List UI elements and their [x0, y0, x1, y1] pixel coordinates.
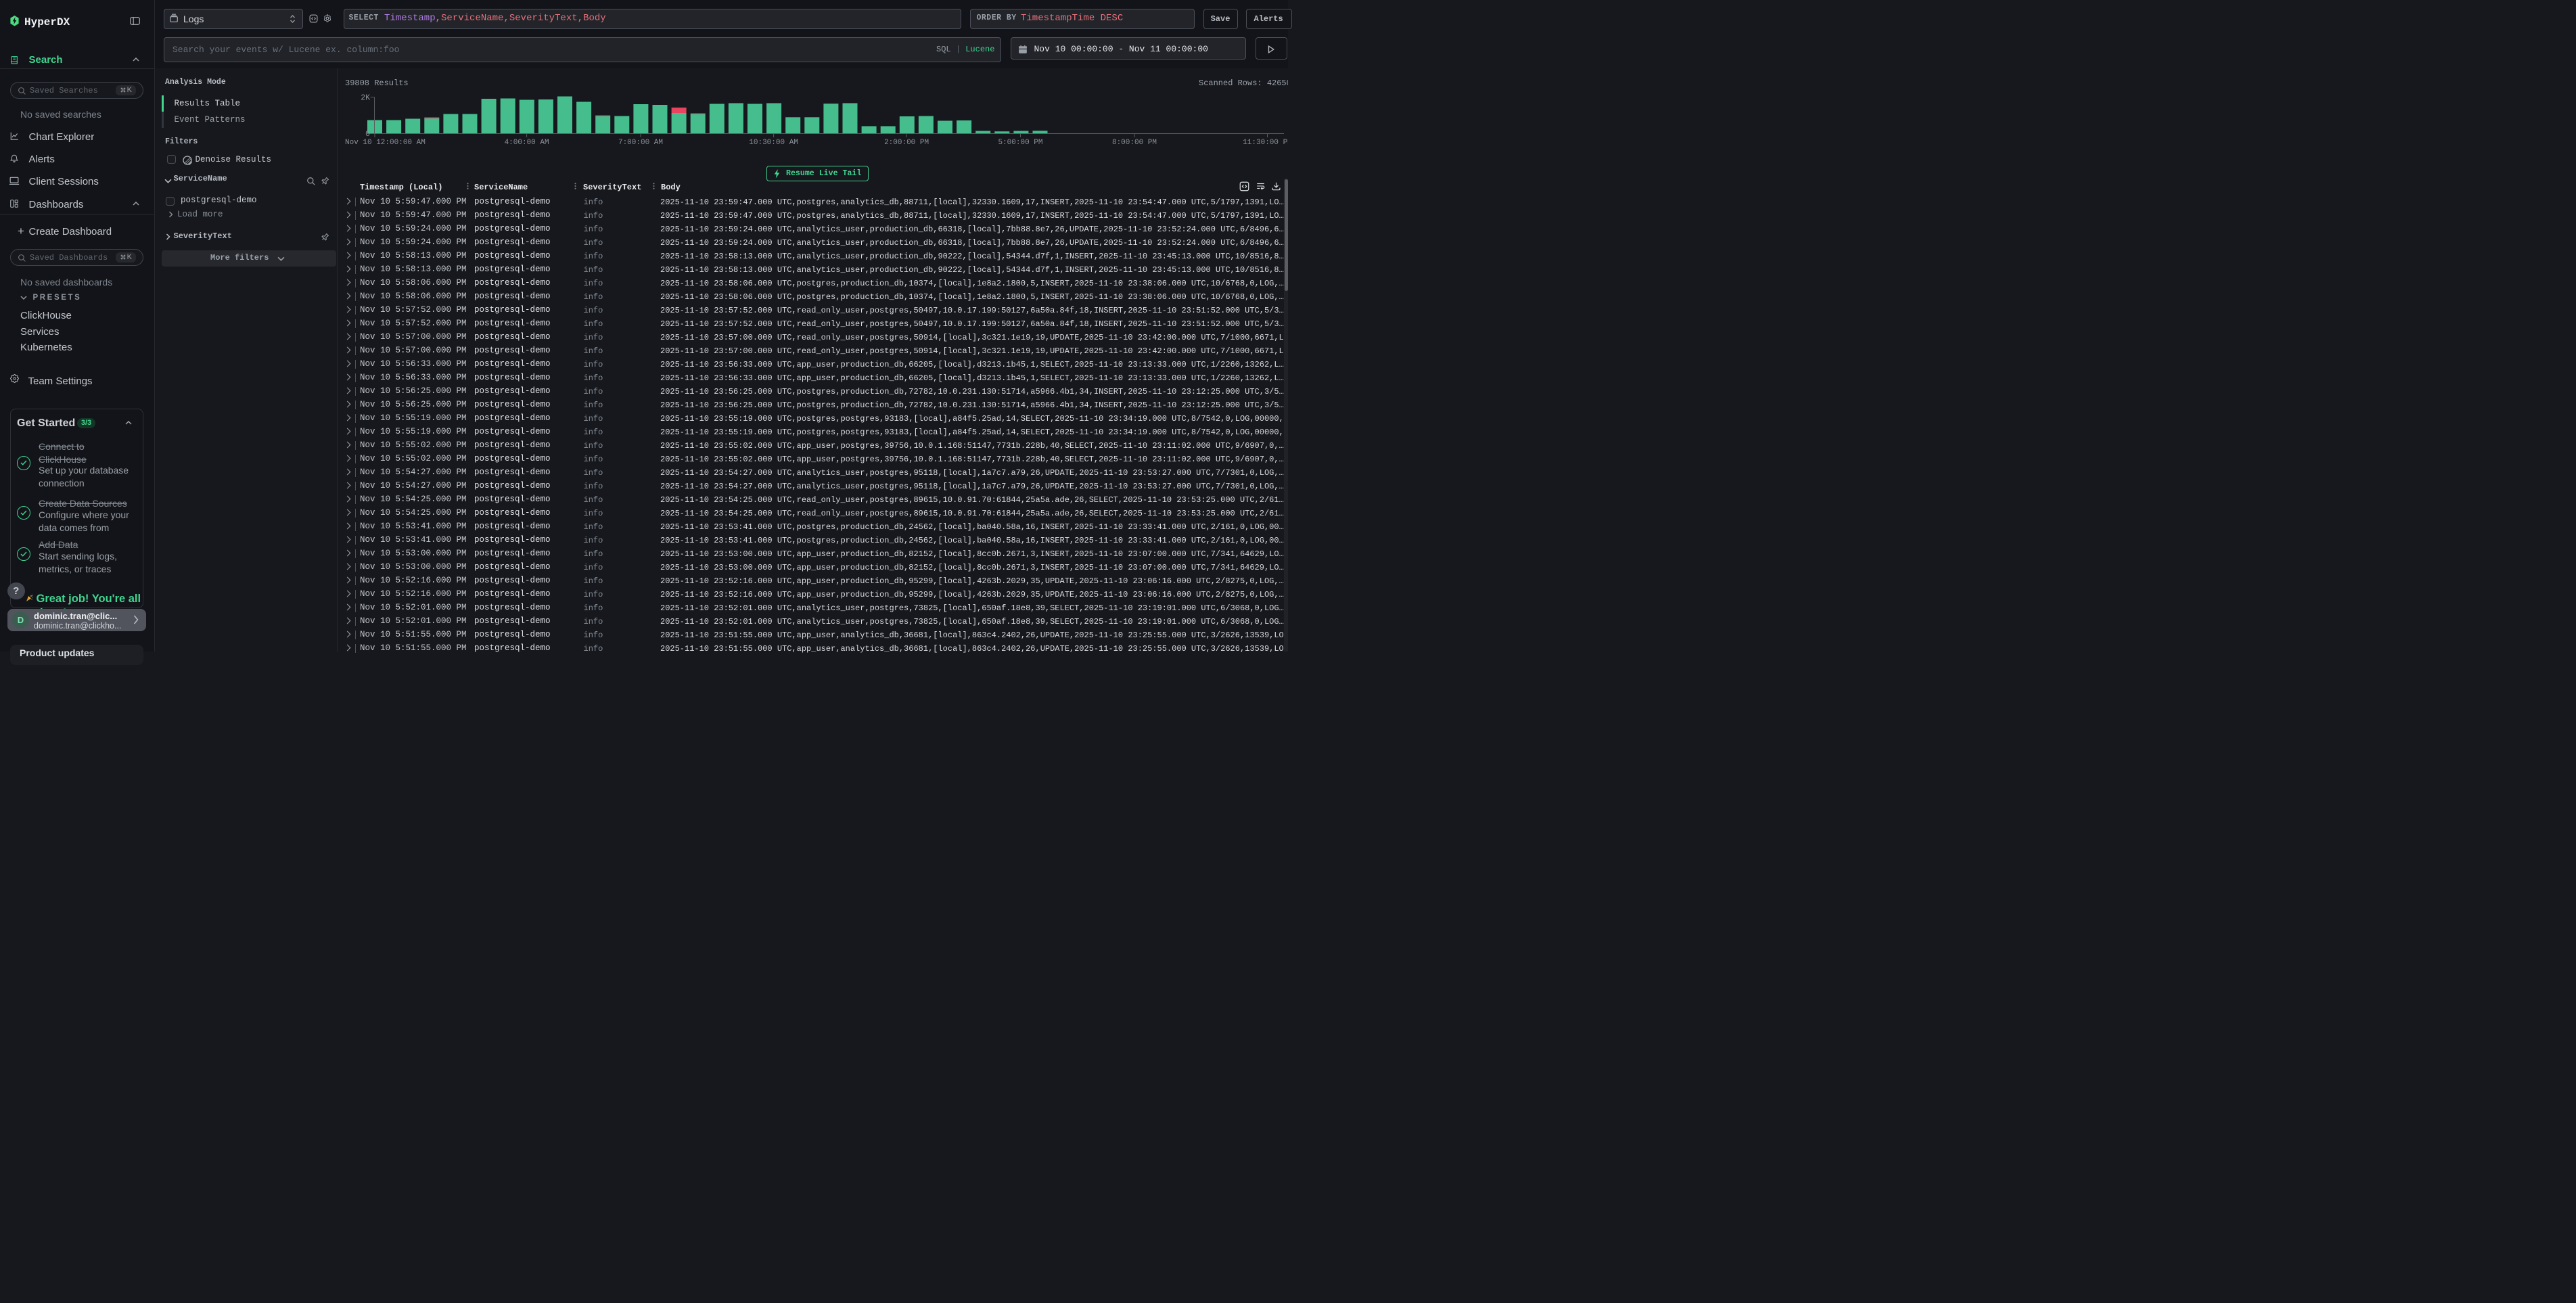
svg-text:0: 0 — [365, 130, 370, 139]
svg-text:7:00:00 AM: 7:00:00 AM — [618, 139, 663, 147]
svg-text:4:00:00 AM: 4:00:00 AM — [505, 139, 549, 147]
svg-text:Nov 10 12:00:00 AM: Nov 10 12:00:00 AM — [345, 139, 426, 147]
svg-text:5:00:00 PM: 5:00:00 PM — [998, 139, 1042, 147]
svg-text:11:30:00 PM: 11:30:00 PM — [1243, 139, 1288, 147]
svg-text:2K: 2K — [361, 94, 370, 103]
svg-text:2:00:00 PM: 2:00:00 PM — [884, 139, 929, 147]
svg-text:8:00:00 PM: 8:00:00 PM — [1112, 139, 1157, 147]
svg-text:10:30:00 AM: 10:30:00 AM — [749, 139, 798, 147]
